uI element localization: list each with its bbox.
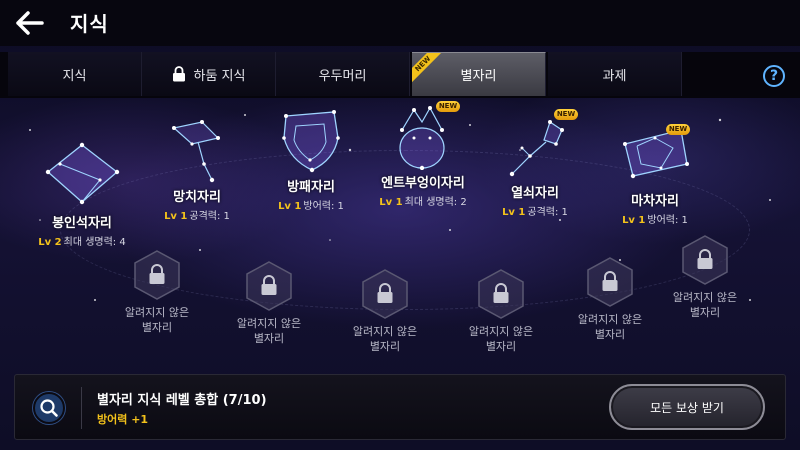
unknown-constellation-label: 알려지지 않은 별자리 bbox=[352, 325, 418, 353]
new-badge: NEW bbox=[554, 109, 578, 120]
unknown-constellation-label: 알려지지 않은 별자리 bbox=[577, 313, 643, 341]
unknown-constellation-label: 알려지지 않은 별자리 bbox=[468, 325, 534, 353]
seal-stone-constellation-icon bbox=[45, 142, 120, 205]
unknown-constellation[interactable]: 알려지지 않은 별자리 bbox=[451, 268, 551, 354]
constellation-wagon[interactable]: NEW 마차자리 Lv 1 방어력: 1 bbox=[580, 124, 730, 226]
tab-label: 우두머리 bbox=[318, 68, 367, 84]
locked-hexagon-icon bbox=[246, 261, 292, 311]
summary-bonus: 방어력 +1 bbox=[97, 413, 149, 426]
locked-hexagon-icon bbox=[682, 235, 728, 285]
unknown-constellation-label: 알려지지 않은 별자리 bbox=[124, 306, 190, 334]
locked-hexagon-icon bbox=[478, 269, 524, 319]
tab-bar: 지식 하둠 지식 우두머리 NEW 별자리 과제 bbox=[0, 52, 800, 98]
page-title: 지식 bbox=[70, 12, 109, 36]
summary-title: 별자리 지식 레벨 총합 (7/10) bbox=[97, 393, 267, 408]
search-icon bbox=[40, 399, 58, 417]
header-bar: 지식 bbox=[0, 0, 800, 46]
unknown-constellation[interactable]: 알려지지 않은 별자리 bbox=[335, 268, 435, 354]
unknown-constellation[interactable]: 알려지지 않은 별자리 bbox=[107, 249, 207, 335]
tab-bosses[interactable]: 우두머리 bbox=[276, 52, 410, 96]
search-button[interactable] bbox=[33, 392, 65, 424]
unknown-constellation[interactable]: 알려지지 않은 별자리 bbox=[655, 234, 755, 320]
key-constellation-icon bbox=[509, 120, 564, 177]
new-ribbon: NEW bbox=[412, 53, 442, 83]
locked-hexagon-icon bbox=[362, 269, 408, 319]
locked-hexagon-icon bbox=[587, 257, 633, 307]
claim-all-rewards-button[interactable]: 모든 보상 받기 bbox=[609, 384, 765, 430]
unknown-constellation[interactable]: 알려지지 않은 별자리 bbox=[560, 256, 660, 342]
tab-knowledge[interactable]: 지식 bbox=[8, 52, 142, 96]
shield-constellation-icon bbox=[282, 110, 340, 173]
unknown-constellation-label: 알려지지 않은 별자리 bbox=[672, 291, 738, 319]
tab-label: 별자리 bbox=[460, 69, 497, 84]
tab-label: 하둠 지식 bbox=[193, 68, 246, 84]
locked-hexagon-icon bbox=[134, 250, 180, 300]
back-arrow-icon[interactable] bbox=[14, 9, 46, 37]
help-icon[interactable]: ? bbox=[763, 65, 785, 87]
summary-bar: 별자리 지식 레벨 총합 (7/10) 방어력 +1 모든 보상 받기 bbox=[14, 374, 786, 440]
unknown-constellation[interactable]: 알려지지 않은 별자리 bbox=[219, 260, 319, 346]
hammer-constellation-icon bbox=[172, 120, 220, 183]
new-badge: NEW bbox=[436, 101, 460, 112]
tab-label: 과제 bbox=[602, 68, 627, 84]
constellation-stat: Lv 2 최대 생명력: 4 bbox=[38, 237, 126, 248]
lock-icon bbox=[172, 66, 185, 82]
tab-constellations[interactable]: NEW 별자리 bbox=[412, 52, 546, 96]
new-badge: NEW bbox=[666, 124, 690, 135]
tab-label: 지식 bbox=[62, 68, 87, 84]
constellation-name: 마차자리 bbox=[631, 194, 679, 209]
divider bbox=[81, 387, 82, 429]
tab-hadum-knowledge[interactable]: 하둠 지식 bbox=[142, 52, 276, 96]
unknown-constellation-label: 알려지지 않은 별자리 bbox=[236, 317, 302, 345]
constellation-stat: Lv 1 방어력: 1 bbox=[622, 215, 688, 226]
tab-tasks[interactable]: 과제 bbox=[548, 52, 682, 96]
